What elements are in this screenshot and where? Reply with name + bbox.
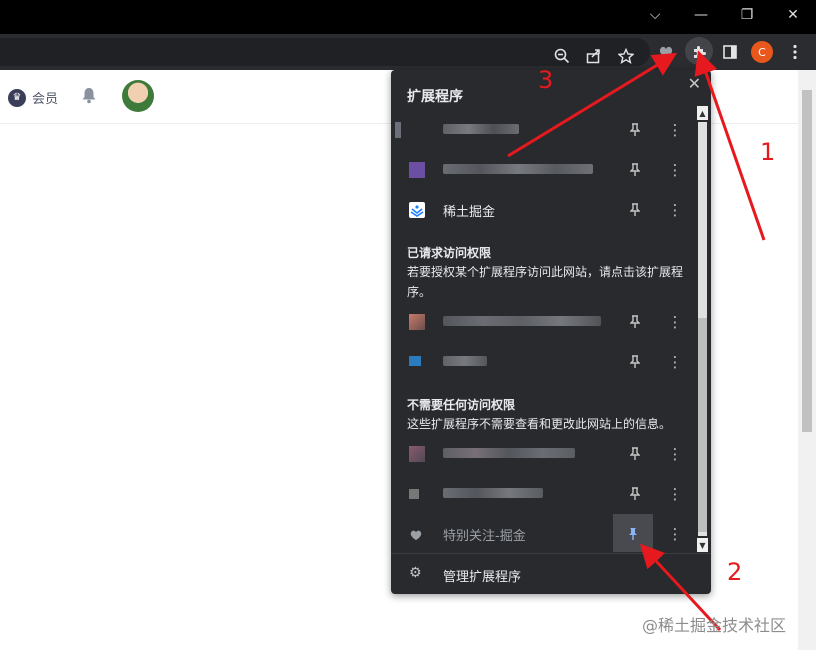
scroll-down-arrow-icon[interactable]: ▼ — [697, 538, 708, 552]
window-title-bar: ⌵ — ❐ ✕ — [0, 0, 816, 34]
extension-name-blurred — [443, 316, 601, 326]
more-options-icon[interactable]: ⋮ — [665, 160, 685, 180]
extension-row[interactable]: ⋮ — [391, 342, 695, 382]
more-options-icon[interactable]: ⋮ — [665, 484, 685, 504]
extension-icon — [409, 446, 425, 462]
side-panel-icon[interactable] — [718, 40, 742, 64]
heart-extension-icon — [409, 526, 425, 542]
heart-extension-icon[interactable] — [654, 40, 678, 64]
more-options-icon[interactable]: ⋮ — [665, 120, 685, 140]
address-bar[interactable] — [0, 38, 650, 66]
user-avatar[interactable] — [122, 80, 154, 112]
gear-icon: ⚙ — [409, 565, 422, 581]
annotation-label-2: 2 — [727, 558, 743, 586]
manage-extensions-item[interactable]: ⚙ 管理扩展程序 — [391, 554, 711, 594]
vip-icon: ♛ — [8, 88, 26, 107]
annotation-label-3: 3 — [538, 66, 554, 94]
restore-button[interactable]: ❐ — [724, 0, 770, 30]
pin-icon[interactable] — [625, 200, 645, 220]
minimize-button[interactable]: — — [678, 0, 724, 30]
popup-title: 扩展程序 — [407, 89, 463, 105]
extension-name-blurred — [443, 448, 575, 458]
browser-toolbar: C — [0, 34, 816, 70]
kebab-menu-icon[interactable] — [783, 40, 807, 64]
tab-search-chevron-icon[interactable]: ⌵ — [632, 0, 678, 30]
popup-scrollbar[interactable]: ▲ ▼ — [695, 106, 709, 552]
extension-icon — [409, 489, 419, 499]
more-options-icon[interactable]: ⋮ — [665, 444, 685, 464]
extension-row[interactable]: ⋮ — [391, 150, 695, 190]
extension-name-blurred — [443, 124, 519, 134]
bell-icon[interactable] — [80, 86, 98, 109]
pin-icon-active[interactable] — [613, 514, 653, 552]
extensions-list: ⋮ ⋮ 稀土掘金 ⋮ 已请求访问权限 若要授权某个扩展程序访问此网站，请点击该扩… — [391, 106, 711, 552]
no-access-description: 这些扩展程序不需要查看和更改此网站上的信息。 — [407, 417, 672, 431]
page-scrollbar-thumb[interactable] — [802, 90, 812, 432]
pin-icon[interactable] — [625, 484, 645, 504]
extension-icon — [395, 122, 401, 138]
extension-row-juejin[interactable]: 稀土掘金 ⋮ — [391, 190, 695, 230]
annotation-label-1: 1 — [760, 138, 776, 166]
extension-icon — [409, 162, 425, 178]
more-options-icon[interactable]: ⋮ — [665, 312, 685, 332]
extension-name-blurred — [443, 164, 593, 174]
requested-access-description: 若要授权某个扩展程序访问此网站，请点击该扩展程序。 — [407, 265, 684, 299]
extension-icon — [409, 356, 421, 366]
extension-name-blurred — [443, 356, 487, 366]
no-access-title: 不需要任何访问权限 — [407, 398, 516, 412]
manage-extensions-label: 管理扩展程序 — [443, 570, 522, 585]
share-icon[interactable] — [582, 44, 606, 68]
puzzle-icon[interactable] — [687, 40, 711, 64]
pin-icon[interactable] — [625, 352, 645, 372]
extension-row[interactable]: ⋮ — [391, 474, 695, 514]
watermark: @稀土掘金技术社区 — [642, 616, 787, 635]
zoom-out-icon[interactable] — [550, 44, 574, 68]
requested-access-title: 已请求访问权限 — [407, 246, 492, 260]
vip-label: 会员 — [32, 92, 59, 107]
popup-scrollbar-thumb[interactable] — [698, 318, 707, 532]
page-scrollbar[interactable] — [798, 70, 816, 650]
close-icon[interactable]: ✕ — [688, 74, 701, 93]
extension-name: 稀土掘金 — [443, 205, 496, 220]
extension-name-blurred — [443, 488, 543, 498]
profile-avatar[interactable]: C — [751, 41, 773, 63]
pin-icon[interactable] — [625, 120, 645, 140]
vip-link[interactable]: ♛ 会员 — [8, 88, 58, 107]
more-options-icon[interactable]: ⋮ — [665, 524, 685, 544]
scroll-up-arrow-icon[interactable]: ▲ — [697, 106, 708, 120]
pin-icon[interactable] — [625, 444, 645, 464]
pin-icon[interactable] — [625, 312, 645, 332]
extension-row-special-follow[interactable]: 特别关注-掘金 ⋮ — [391, 514, 695, 552]
star-icon[interactable] — [614, 44, 638, 68]
extension-icon — [409, 314, 425, 330]
extension-row[interactable]: ⋮ — [391, 434, 695, 474]
more-options-icon[interactable]: ⋮ — [665, 352, 685, 372]
extensions-popup: 扩展程序 ✕ ⋮ ⋮ 稀土掘金 ⋮ 已请求访问权限 若要授权某个扩展程序访问此网… — [391, 70, 711, 594]
extension-row[interactable]: ⋮ — [391, 302, 695, 342]
extension-row[interactable]: ⋮ — [391, 110, 695, 150]
close-window-button[interactable]: ✕ — [770, 0, 816, 30]
juejin-icon — [409, 202, 425, 218]
pin-icon[interactable] — [625, 160, 645, 180]
extension-name: 特别关注-掘金 — [443, 529, 526, 544]
more-options-icon[interactable]: ⋮ — [665, 200, 685, 220]
